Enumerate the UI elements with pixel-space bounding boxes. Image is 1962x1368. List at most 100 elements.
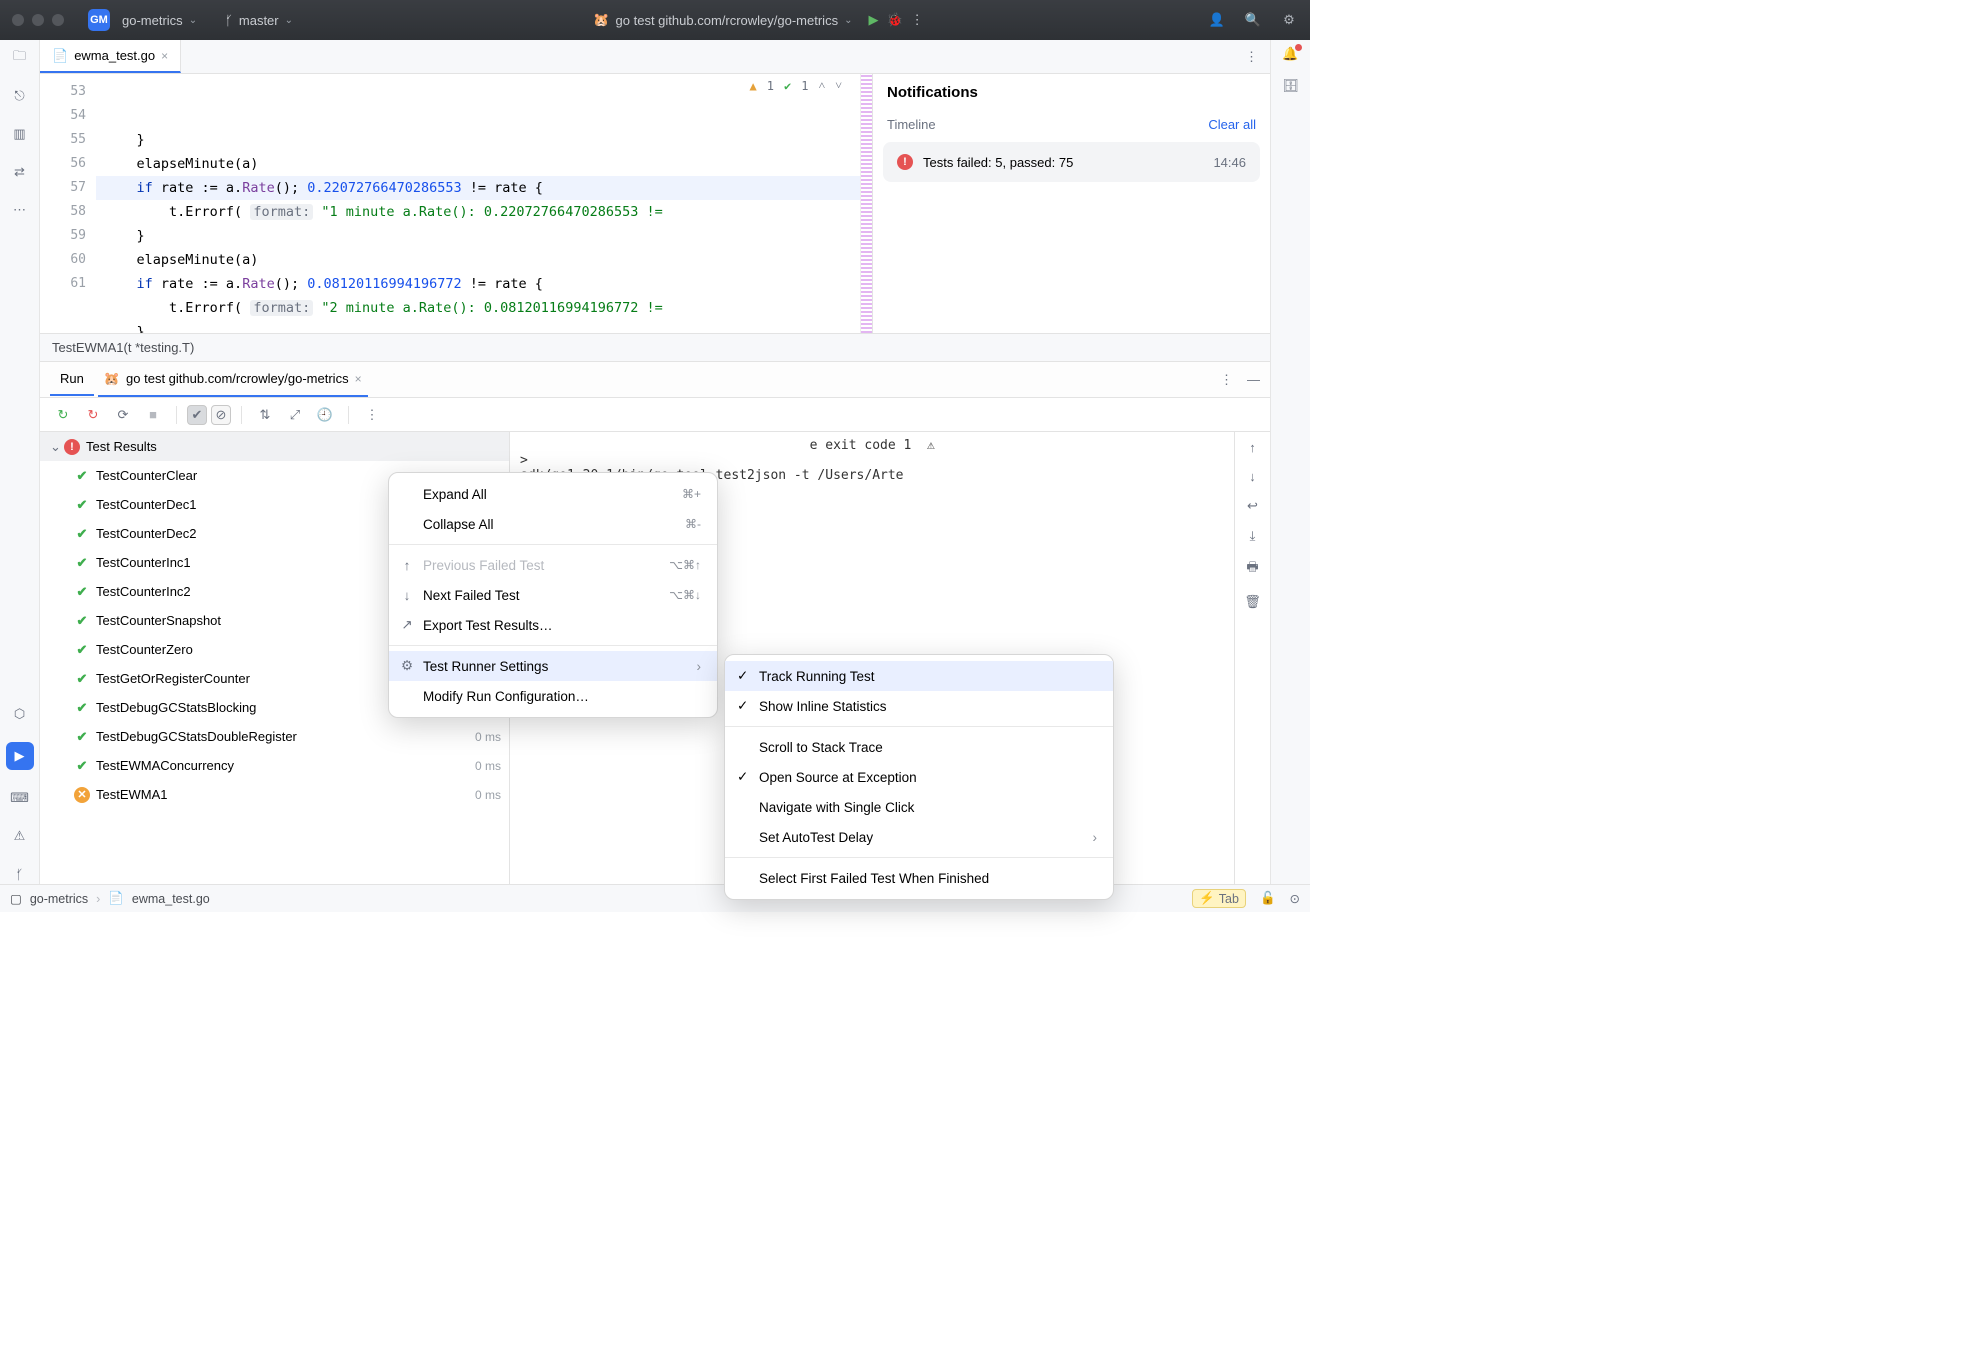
- breadcrumb-file[interactable]: ewma_test.go: [132, 892, 210, 906]
- show-ignored-toggle[interactable]: ⊘: [211, 405, 231, 425]
- check-icon: ✓: [737, 769, 748, 785]
- trash-icon[interactable]: 🗑: [1244, 594, 1261, 610]
- search-icon[interactable]: 🔍: [1244, 12, 1262, 28]
- menu-scroll-stack[interactable]: Scroll to Stack Trace: [725, 732, 1113, 762]
- check-icon: ✓: [737, 668, 748, 684]
- test-name: TestCounterSnapshot: [96, 613, 221, 628]
- editor-tabs: 📄 ewma_test.go × ⋮: [40, 40, 1270, 74]
- menu-modify-run-config[interactable]: Modify Run Configuration…: [389, 681, 717, 711]
- rerun-failed-icon[interactable]: ↻: [80, 407, 106, 423]
- vcs-tool-icon[interactable]: ⇄: [10, 162, 30, 182]
- fail-icon: ✕: [74, 787, 90, 803]
- commit-tool-icon[interactable]: ⎋: [10, 86, 30, 106]
- folder-icon: ▢: [10, 891, 22, 906]
- run-icon[interactable]: ▶: [868, 12, 878, 28]
- more-tool-icon[interactable]: ⋯: [10, 200, 30, 220]
- project-tool-icon[interactable]: 🗀: [10, 48, 30, 68]
- hide-icon[interactable]: —: [1247, 372, 1260, 388]
- function-breadcrumb[interactable]: TestEWMA1(t *testing.T): [40, 334, 1270, 362]
- menu-export-results[interactable]: ↗Export Test Results…: [389, 610, 717, 640]
- import-icon[interactable]: ⤢: [282, 407, 308, 423]
- history-icon[interactable]: 🕘: [312, 407, 338, 423]
- menu-test-runner-settings[interactable]: ⚙Test Runner Settings›: [389, 651, 717, 681]
- down-icon[interactable]: ↓: [1249, 469, 1256, 484]
- ok-count: 1: [801, 79, 808, 93]
- rerun-icon[interactable]: ↻: [50, 407, 76, 423]
- menu-autotest-delay[interactable]: Set AutoTest Delay›: [725, 822, 1113, 852]
- sort-icon[interactable]: ⇅: [252, 407, 278, 423]
- more-icon[interactable]: ⋮: [359, 407, 385, 423]
- pass-icon: ✔: [77, 671, 88, 686]
- editor-tab[interactable]: 📄 ewma_test.go ×: [40, 40, 181, 73]
- pass-icon: ✔: [77, 468, 88, 483]
- debug-icon[interactable]: 🐞: [886, 12, 902, 28]
- menu-inline-stats[interactable]: ✓Show Inline Statistics: [725, 691, 1113, 721]
- menu-select-first-failed[interactable]: Select First Failed Test When Finished: [725, 863, 1113, 893]
- menu-collapse-all[interactable]: Collapse All⌘-: [389, 509, 717, 539]
- run-config-tab[interactable]: 🐹 go test github.com/rcrowley/go-metrics…: [98, 363, 368, 397]
- branch-selector[interactable]: ᚶ master ⌄: [217, 9, 301, 32]
- pass-icon: ✔: [77, 555, 88, 570]
- breadcrumb-root[interactable]: go-metrics: [30, 892, 88, 906]
- git-tool-icon[interactable]: ᚶ: [10, 864, 30, 884]
- code-area[interactable]: ▲1 ✔1 ˄ ˅ } elapseMinute(a) if rate := a…: [96, 74, 860, 333]
- test-name: TestEWMA1: [96, 787, 168, 802]
- run-config-selector[interactable]: 🐹 go test github.com/rcrowley/go-metrics…: [585, 8, 860, 32]
- menu-open-source[interactable]: ✓Open Source at Exception: [725, 762, 1113, 792]
- check-icon: ✓: [737, 698, 748, 714]
- scroll-end-icon[interactable]: ⤓: [1250, 528, 1256, 544]
- menu-nav-single-click[interactable]: Navigate with Single Click: [725, 792, 1113, 822]
- context-menu: Expand All⌘+ Collapse All⌘- ↑Previous Fa…: [388, 472, 718, 718]
- editor[interactable]: 535455565758596061 ▲1 ✔1 ˄ ˅ } elapseMin…: [40, 74, 872, 333]
- account-icon[interactable]: 👤: [1208, 12, 1226, 28]
- problems-tool-icon[interactable]: ⚠: [10, 826, 30, 846]
- up-icon[interactable]: ↑: [1249, 440, 1256, 455]
- right-tool-rail: 🔔 🗄: [1270, 40, 1310, 884]
- window-controls[interactable]: [12, 14, 64, 26]
- chevron-up-icon[interactable]: ˄: [818, 78, 825, 93]
- pass-icon: ✔: [77, 526, 88, 541]
- more-icon[interactable]: ⋮: [911, 12, 924, 28]
- soft-wrap-icon[interactable]: ↩: [1247, 498, 1258, 514]
- toggle-auto-icon[interactable]: ⟳: [110, 407, 136, 423]
- ok-icon: ✔: [784, 79, 791, 93]
- zoom-window[interactable]: [52, 14, 64, 26]
- menu-track-running[interactable]: ✓Track Running Test: [725, 661, 1113, 691]
- menu-expand-all[interactable]: Expand All⌘+: [389, 479, 717, 509]
- error-icon: !: [64, 439, 80, 455]
- close-icon[interactable]: ×: [355, 372, 362, 386]
- tab-options-icon[interactable]: ⋮: [1233, 40, 1270, 73]
- close-window[interactable]: [12, 14, 24, 26]
- print-icon[interactable]: 🖶: [1246, 558, 1258, 580]
- services-tool-icon[interactable]: ⬡: [10, 704, 30, 724]
- inspect-icon[interactable]: ⊙: [1290, 891, 1300, 906]
- pass-icon: ✔: [77, 729, 88, 744]
- notifications-clear-all[interactable]: Clear all: [1208, 117, 1256, 132]
- show-passed-toggle[interactable]: ✔: [187, 405, 207, 425]
- inspection-badges[interactable]: ▲1 ✔1 ˄ ˅: [750, 78, 843, 93]
- terminal-tool-icon[interactable]: ⌨: [10, 788, 30, 808]
- menu-next-failed[interactable]: ↓Next Failed Test⌥⌘↓: [389, 580, 717, 610]
- minimize-window[interactable]: [32, 14, 44, 26]
- test-row[interactable]: ✔TestEWMAConcurrency0 ms: [40, 751, 509, 780]
- project-selector[interactable]: GM go-metrics ⌄: [80, 5, 205, 35]
- run-tool-icon[interactable]: ▶: [6, 742, 34, 770]
- notifications-icon[interactable]: 🔔: [1282, 46, 1298, 62]
- chevron-down-icon[interactable]: ˅: [835, 78, 842, 93]
- run-tab[interactable]: Run: [50, 363, 94, 396]
- completion-hint[interactable]: ⚡Tab: [1192, 889, 1246, 908]
- menu-prev-failed: ↑Previous Failed Test⌥⌘↑: [389, 550, 717, 580]
- gear-icon[interactable]: ⚙: [1280, 12, 1298, 28]
- chevron-down-icon[interactable]: ⌄: [50, 439, 64, 455]
- error-stripe[interactable]: [860, 74, 872, 333]
- test-row[interactable]: ✕TestEWMA10 ms: [40, 780, 509, 809]
- database-icon[interactable]: 🗄: [1282, 78, 1299, 94]
- stop-icon[interactable]: ■: [140, 407, 166, 422]
- test-root[interactable]: ⌄ ! Test Results: [40, 432, 509, 461]
- more-icon[interactable]: ⋮: [1220, 372, 1233, 388]
- close-icon[interactable]: ×: [161, 49, 168, 63]
- structure-tool-icon[interactable]: ▥: [10, 124, 30, 144]
- lock-icon[interactable]: 🔓: [1260, 891, 1276, 906]
- notification-card[interactable]: ! Tests failed: 5, passed: 75 14:46: [883, 142, 1260, 182]
- test-row[interactable]: ✔TestDebugGCStatsDoubleRegister0 ms: [40, 722, 509, 751]
